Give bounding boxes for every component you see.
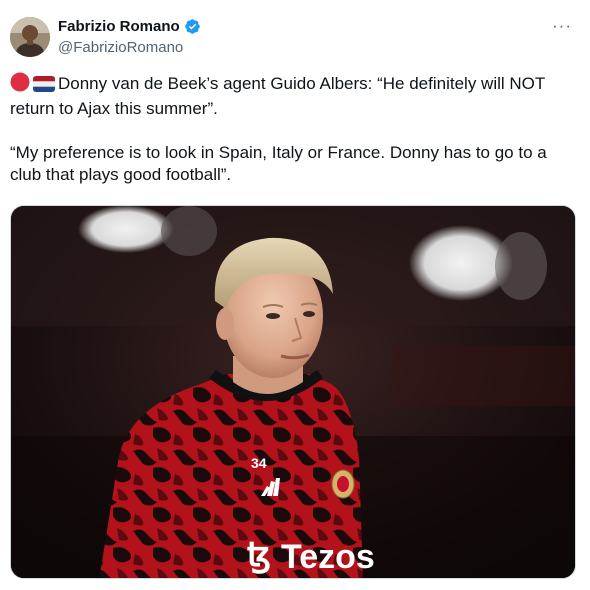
- author-display-name[interactable]: Fabrizio Romano: [58, 18, 180, 35]
- shirt-number: 34: [251, 455, 267, 471]
- tweet-media-photo[interactable]: 34 ꜩ Tezos: [10, 205, 576, 579]
- club-crest-icon: [331, 469, 355, 499]
- sponsor-logo-text: ꜩ: [247, 536, 271, 574]
- red-circle-emoji-icon: [10, 72, 30, 98]
- avatar[interactable]: [10, 17, 50, 57]
- tweet-paragraph-2: “My preference is to look in Spain, Ital…: [10, 143, 547, 184]
- tweet-text: Donny van de Beek’s agent Guido Albers: …: [10, 72, 570, 186]
- verified-badge-icon: [184, 18, 201, 35]
- sponsor-text: Tezos: [281, 538, 375, 576]
- tweet-line-1: Donny van de Beek’s agent Guido Albers: …: [10, 74, 545, 118]
- author-name-row[interactable]: Fabrizio Romano: [58, 18, 201, 35]
- netherlands-flag-icon: [33, 76, 55, 98]
- tweet-card: Fabrizio Romano @FabrizioRomano ··· Donn…: [0, 0, 590, 590]
- more-options-button[interactable]: ···: [552, 16, 572, 36]
- author-handle[interactable]: @FabrizioRomano: [58, 39, 183, 56]
- tweet-paragraph-1: Donny van de Beek’s agent Guido Albers: …: [10, 72, 570, 120]
- more-horizontal-icon: ···: [552, 16, 572, 35]
